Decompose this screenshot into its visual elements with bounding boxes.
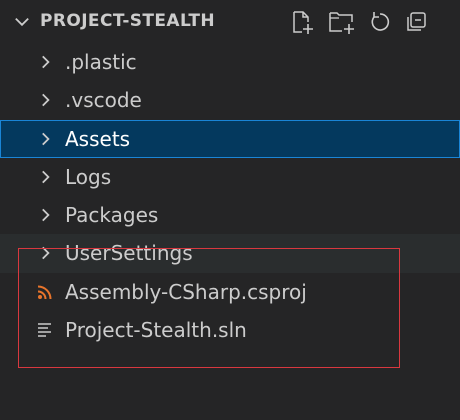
chevron-right-icon[interactable]: [36, 168, 54, 186]
folder-item-vscode[interactable]: .vscode: [0, 81, 460, 119]
chevron-right-icon[interactable]: [36, 244, 54, 262]
tree-item-label: Packages: [65, 203, 159, 228]
chevron-down-icon[interactable]: [13, 13, 31, 31]
refresh-button[interactable]: [364, 6, 396, 38]
chevron-right-icon[interactable]: [36, 206, 54, 224]
collapse-all-button[interactable]: [400, 6, 432, 38]
tree-item-label: Assembly-CSharp.csproj: [65, 279, 307, 304]
project-title: PROJECT-STEALTH: [40, 11, 216, 31]
file-tree: .plastic .vscode Assets Logs Packages UserSet…: [0, 43, 460, 349]
folder-item-packages[interactable]: Packages: [0, 196, 460, 234]
tree-item-label: .plastic: [65, 50, 137, 74]
new-folder-button[interactable]: [326, 6, 358, 38]
folder-item-logs[interactable]: Logs: [0, 158, 460, 196]
tree-item-label: Logs: [65, 164, 112, 189]
tree-item-label: Project-Stealth.sln: [65, 318, 247, 343]
new-folder-icon[interactable]: [328, 9, 356, 35]
rss-icon: [35, 283, 55, 301]
collapse-all-icon[interactable]: [404, 10, 428, 34]
new-file-button[interactable]: [286, 6, 318, 38]
file-item-assembly-csharp-csproj[interactable]: Assembly-CSharp.csproj: [0, 273, 460, 311]
file-item-project-stealth-sln[interactable]: Project-Stealth.sln: [0, 311, 460, 349]
explorer-header[interactable]: PROJECT-STEALTH: [0, 0, 460, 44]
folder-item-assets[interactable]: Assets: [0, 119, 460, 158]
tree-item-label: .vscode: [65, 88, 142, 113]
folder-item-usersettings[interactable]: UserSettings: [0, 234, 460, 273]
chevron-right-icon[interactable]: [36, 53, 54, 71]
text-lines-icon: [35, 321, 55, 339]
refresh-icon[interactable]: [368, 10, 392, 34]
tree-item-label: Assets: [65, 126, 131, 151]
tree-item-label: UserSettings: [65, 241, 193, 266]
explorer-panel: PROJECT-STEALTH .plastic .vscode Assets …: [0, 0, 460, 420]
folder-item-plastic[interactable]: .plastic: [0, 43, 460, 81]
chevron-right-icon[interactable]: [36, 91, 54, 109]
chevron-right-icon[interactable]: [36, 130, 54, 148]
new-file-icon[interactable]: [289, 9, 315, 35]
